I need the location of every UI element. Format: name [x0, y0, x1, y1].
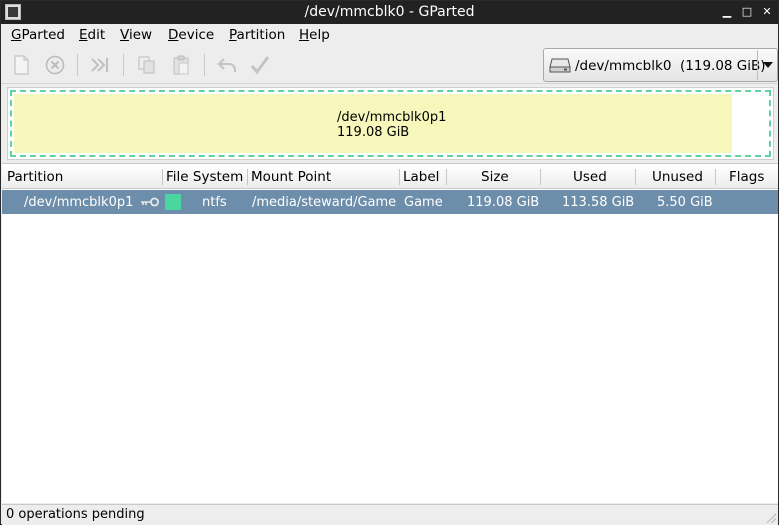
paste-button[interactable] [168, 52, 194, 78]
cell-mount-point: /media/steward/Game [252, 195, 397, 210]
gparted-window: /dev/mmcblk0 - GParted ▁ □ ✕ GParted Edi… [0, 0, 779, 525]
column-header-unused[interactable]: Unused [652, 169, 703, 185]
device-selector[interactable]: /dev/mmcblk0 (119.08 GiB) [543, 48, 778, 82]
close-button[interactable]: ✕ [759, 4, 775, 20]
menu-view[interactable]: View [120, 27, 152, 43]
hard-disk-icon [549, 58, 571, 73]
status-text: 0 operations pending [6, 507, 145, 522]
column-separator [446, 169, 447, 185]
cell-unused: 5.50 GiB [657, 195, 713, 210]
column-header-partition[interactable]: Partition [7, 169, 63, 185]
chevron-down-icon[interactable] [757, 50, 777, 80]
menu-partition[interactable]: Partition [229, 27, 285, 43]
column-header-mount-point[interactable]: Mount Point [251, 169, 331, 185]
partition-graphic-size: 119.08 GiB [337, 125, 410, 140]
column-header-used[interactable]: Used [573, 169, 607, 185]
title-bar: /dev/mmcblk0 - GParted ▁ □ ✕ [1, 1, 778, 24]
menu-bar: GParted Edit View Device Partition Help [1, 24, 778, 46]
menu-edit[interactable]: Edit [79, 27, 105, 43]
column-separator [540, 169, 541, 185]
device-label: /dev/mmcblk0 (119.08 GiB) [575, 58, 766, 74]
window-title: /dev/mmcblk0 - GParted [304, 4, 475, 20]
cell-label: Game [404, 195, 443, 210]
apply-button[interactable] [247, 52, 273, 78]
toolbar-separator [123, 54, 124, 76]
column-separator [715, 169, 716, 185]
column-separator [162, 169, 163, 185]
partition-table: Partition File System Mount Point Label … [2, 163, 778, 503]
column-header-size[interactable]: Size [481, 169, 509, 185]
column-separator [635, 169, 636, 185]
table-header: Partition File System Mount Point Label … [2, 165, 778, 189]
minimize-button[interactable]: ▁ [719, 4, 735, 20]
paste-icon [173, 55, 189, 75]
column-header-label[interactable]: Label [403, 169, 439, 185]
file-system-color-swatch [165, 194, 181, 210]
partition-graphic-name: /dev/mmcblk0p1 [337, 110, 447, 125]
apply-icon [250, 56, 270, 75]
delete-icon [45, 55, 65, 75]
column-separator [399, 169, 400, 185]
key-icon [141, 197, 159, 207]
delete-partition-button[interactable] [42, 52, 68, 78]
cell-partition: /dev/mmcblk0p1 [24, 195, 134, 210]
resize-move-icon [91, 58, 108, 72]
partition-block[interactable]: /dev/mmcblk0p1 119.08 GiB [10, 90, 771, 157]
column-separator [247, 169, 248, 185]
cell-used: 113.58 GiB [562, 195, 635, 210]
new-icon [14, 55, 29, 75]
menu-device[interactable]: Device [168, 27, 214, 43]
maximize-button[interactable]: □ [739, 4, 755, 20]
toolbar-separator [77, 54, 78, 76]
partition-graphic-label: /dev/mmcblk0p1 119.08 GiB [337, 110, 446, 140]
column-header-flags[interactable]: Flags [729, 169, 764, 185]
resize-move-button[interactable] [86, 52, 112, 78]
cell-size: 119.08 GiB [467, 195, 540, 210]
status-bar: 0 operations pending [2, 504, 778, 525]
resize-grip-icon[interactable] [764, 511, 776, 523]
undo-button[interactable] [214, 52, 240, 78]
new-partition-button[interactable] [8, 52, 34, 78]
cell-file-system: ntfs [202, 195, 227, 210]
table-row[interactable]: /dev/mmcblk0p1 ntfs /media/steward/Game … [2, 190, 778, 214]
partition-graphic: /dev/mmcblk0p1 119.08 GiB [7, 87, 774, 160]
undo-icon [217, 58, 236, 72]
column-header-file-system[interactable]: File System [166, 169, 243, 185]
menu-gparted[interactable]: GParted [11, 27, 65, 43]
toolbar-separator [204, 54, 205, 76]
menu-help[interactable]: Help [299, 27, 330, 43]
copy-icon [138, 56, 155, 74]
copy-button[interactable] [134, 52, 160, 78]
